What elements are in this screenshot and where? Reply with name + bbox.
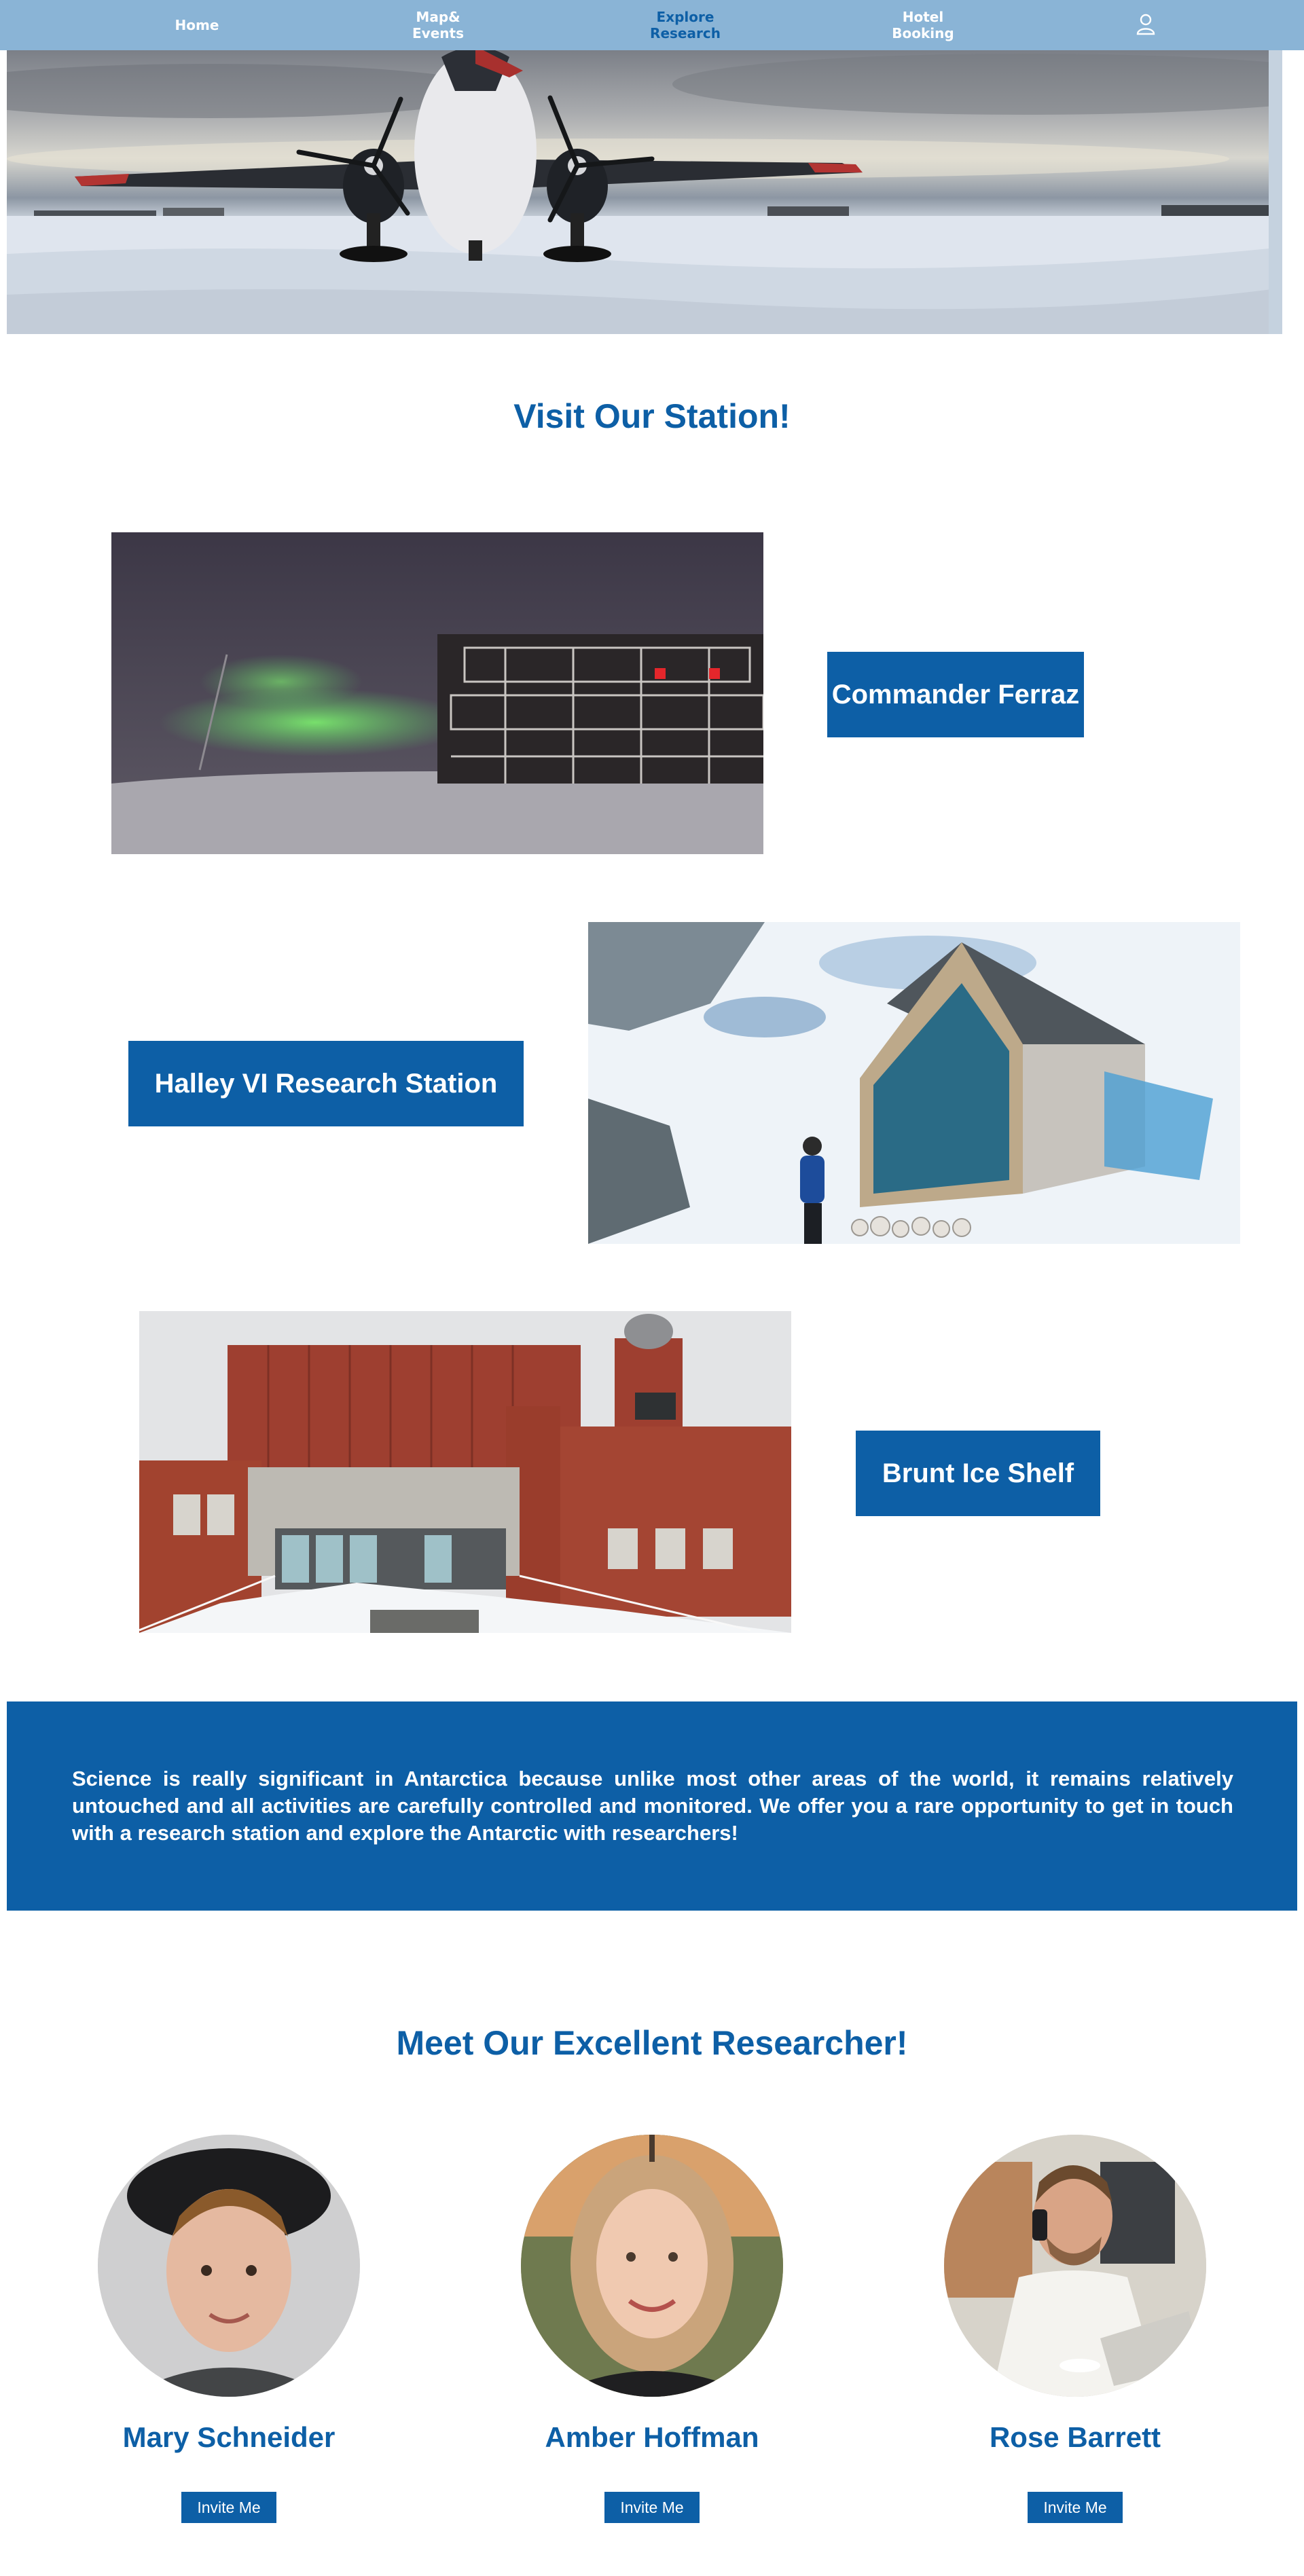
info-banner: Science is really significant in Antarct…: [7, 1701, 1297, 1911]
invite-button-mary-schneider[interactable]: Invite Me: [181, 2492, 276, 2523]
station-photo-brick-building: [139, 1311, 791, 1633]
user-icon[interactable]: [1136, 12, 1156, 35]
invite-button-amber-hoffman[interactable]: Invite Me: [604, 2492, 700, 2523]
researcher-name-amber-hoffman: Amber Hoffman: [545, 2421, 759, 2453]
researcher-name-rose-barrett: Rose Barrett: [989, 2421, 1161, 2453]
nav-explore-research[interactable]: Explore Research: [631, 0, 740, 50]
researcher-name-mary-schneider: Mary Schneider: [122, 2421, 336, 2453]
invite-button-rose-barrett[interactable]: Invite Me: [1028, 2492, 1123, 2523]
hero-airplane-image: [7, 50, 1282, 334]
nav-home[interactable]: Home: [143, 0, 251, 50]
station-photo-cabin: [588, 922, 1240, 1244]
avatar-rose-barrett: [944, 2135, 1206, 2397]
station-photo-aurora: [111, 532, 763, 854]
researchers-title: Meet Our Excellent Researcher!: [396, 2024, 908, 2062]
station-button-halley-vi[interactable]: Halley VI Research Station: [128, 1041, 524, 1126]
station-button-brunt-ice-shelf[interactable]: Brunt Ice Shelf: [856, 1431, 1100, 1516]
top-navigation: Home Map& Events Explore Research Hotel …: [0, 0, 1304, 50]
station-button-commander-ferraz[interactable]: Commander Ferraz: [827, 652, 1084, 737]
avatar-amber-hoffman: [521, 2135, 783, 2397]
nav-hotel-booking[interactable]: Hotel Booking: [869, 0, 977, 50]
nav-map-events[interactable]: Map& Events: [384, 0, 492, 50]
stations-title: Visit Our Station!: [513, 397, 791, 435]
info-text: Science is really significant in Antarct…: [72, 1767, 1233, 1845]
avatar-mary-schneider: [98, 2135, 360, 2397]
